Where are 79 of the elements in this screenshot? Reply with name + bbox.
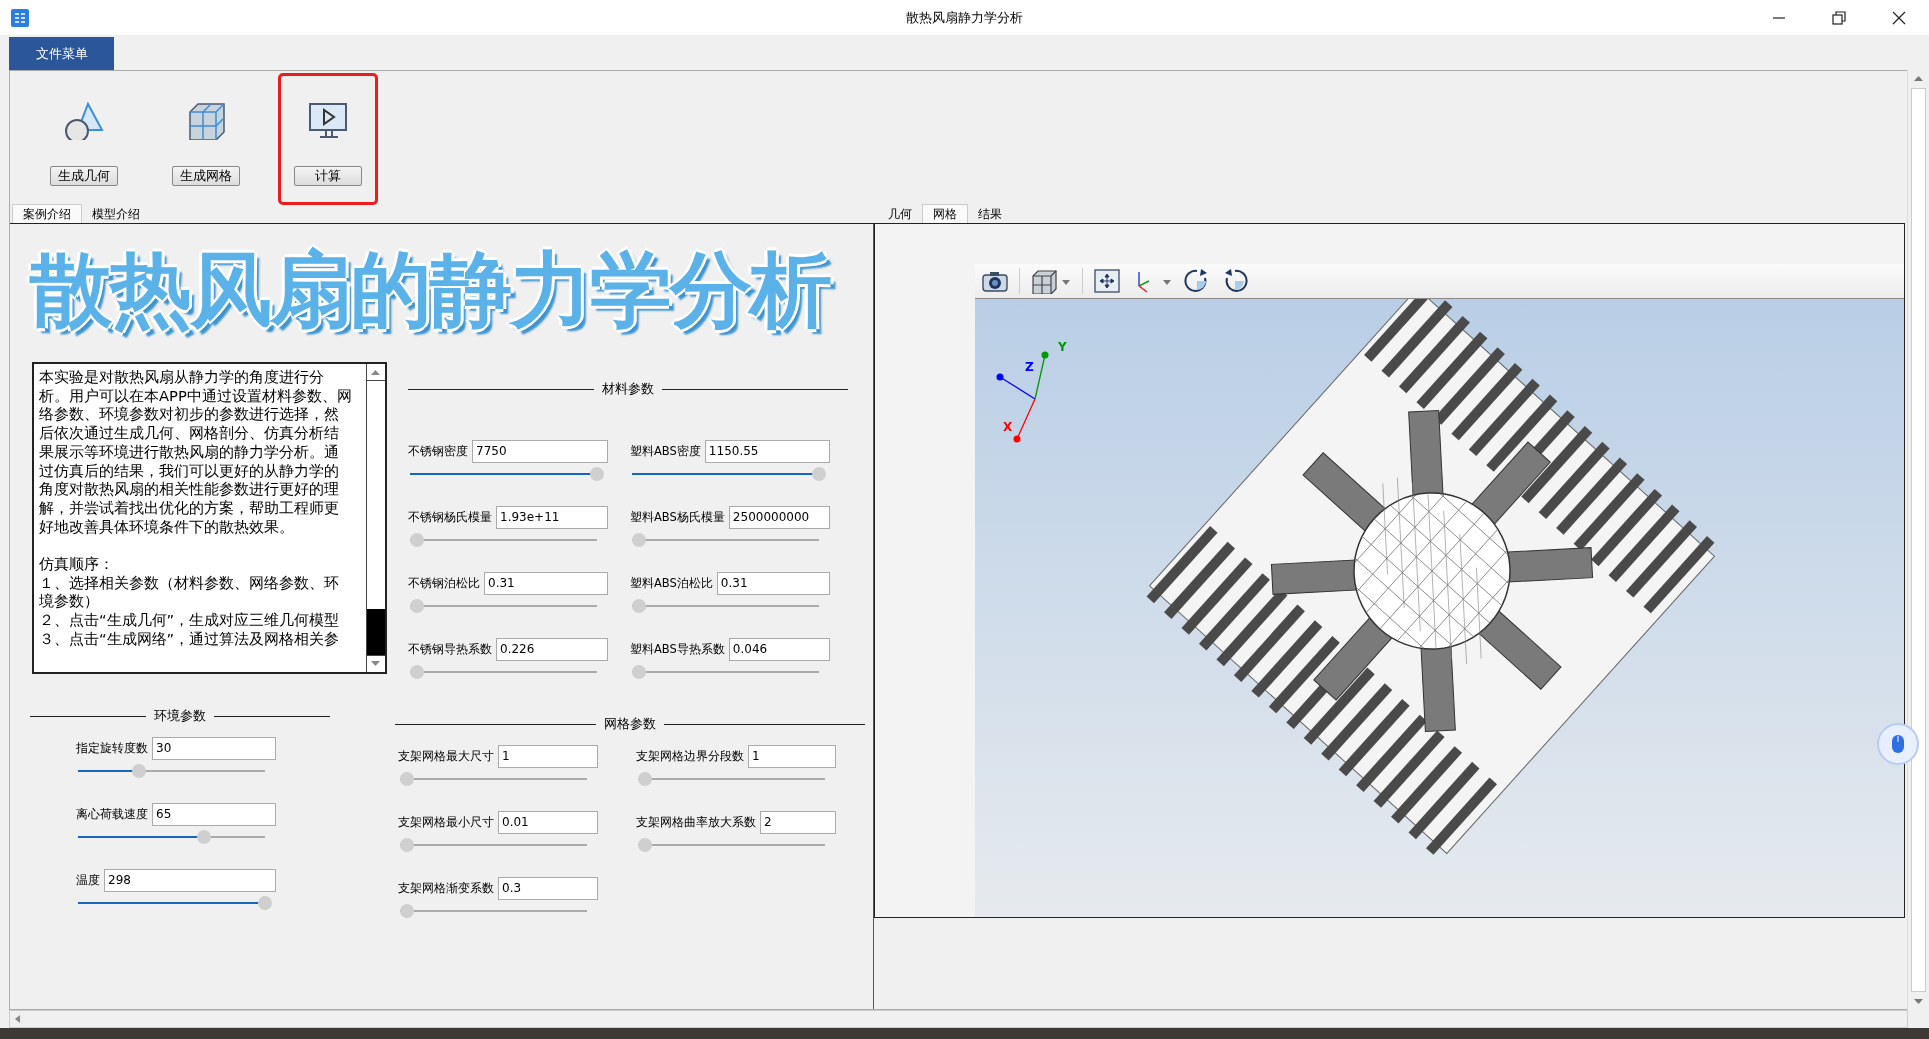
tool-button[interactable]: 生成网格 xyxy=(172,166,240,186)
input-field[interactable]: 1 xyxy=(748,745,836,768)
field-label: 支架网格曲率放大系数 xyxy=(636,815,756,830)
field-label: 支架网格边界分段数 xyxy=(636,749,744,764)
field-label: 支架网格最大尺寸 xyxy=(398,749,494,764)
input-field[interactable]: 0.31 xyxy=(484,572,608,595)
section-title: 材料参数 xyxy=(602,380,654,398)
shapes-icon xyxy=(62,100,106,140)
input-field[interactable]: 65 xyxy=(152,803,276,826)
slider-thumb[interactable] xyxy=(258,896,272,910)
tool-button[interactable]: 生成几何 xyxy=(50,166,118,186)
tab[interactable]: 模型介绍 xyxy=(82,205,150,223)
axis-label: Z xyxy=(1025,360,1034,374)
slider-thumb[interactable] xyxy=(400,904,414,918)
app-icon xyxy=(10,7,30,28)
tab[interactable]: 网格 xyxy=(922,204,968,223)
field-label: 塑料ABS杨氏模量 xyxy=(630,510,725,525)
slider[interactable] xyxy=(632,467,826,481)
monitor-play-icon xyxy=(306,100,350,140)
input-field[interactable]: 1 xyxy=(498,745,598,768)
restore-icon[interactable] xyxy=(1831,9,1847,26)
field-label: 支架网格渐变系数 xyxy=(398,881,494,896)
banner-title: 散热风扇的静力学分析 xyxy=(30,241,832,339)
slider-thumb[interactable] xyxy=(590,467,604,481)
field-label: 温度 xyxy=(76,873,100,888)
slider-thumb[interactable] xyxy=(632,533,646,547)
input-field[interactable]: 7750 xyxy=(472,440,608,463)
input-field[interactable]: 298 xyxy=(104,869,276,892)
input-field[interactable]: 0.31 xyxy=(716,572,830,595)
field-label: 离心荷载速度 xyxy=(76,807,148,822)
axis-label: X xyxy=(1003,420,1013,434)
field-label: 不锈钢杨氏模量 xyxy=(408,510,492,525)
tab[interactable]: 几何 xyxy=(878,205,922,223)
slider-thumb[interactable] xyxy=(400,772,414,786)
mouse-icon xyxy=(1891,734,1905,754)
input-field[interactable]: 0.01 xyxy=(498,811,598,834)
description-text: 本实验是对散热风扇从静力学的角度进行分析。用户可以在本APP中通过设置材料参数、网络参数、环境参数对初步的参数进行选择，然后依次通过生成几何、网格剖分、仿真分析结果展示等环境进行散热风扇的静力学分析。通过仿真后的结果，我们可以更好的从静力学的角度对散热风扇的相关性能参数进行更好的理解，并尝试着找出优化的方案，帮助工程师更好地改善具体环境条件下的散热效果。 仿真顺序： １、选择相关参数（材料参数、网络参数、环境参数） ２、点击“生成几何”，生成对应三维几何模型 ３、点击“生成网络”，通过算法及网格相关参 xyxy=(38,367,353,649)
field-label: 塑料ABS泊松比 xyxy=(630,576,713,591)
field-label: 不锈钢密度 xyxy=(408,444,468,459)
field-label: 指定旋转度数 xyxy=(76,741,148,756)
field-label: 塑料ABS密度 xyxy=(630,444,701,459)
scrollbar[interactable] xyxy=(366,364,385,672)
input-field[interactable]: 1150.55 xyxy=(704,440,830,463)
slider[interactable] xyxy=(78,896,272,910)
input-field[interactable]: 1.93e+11 xyxy=(496,506,608,529)
field-label: 不锈钢泊松比 xyxy=(408,576,480,591)
slider[interactable] xyxy=(410,467,604,481)
scroll-thumb[interactable] xyxy=(367,609,385,655)
input-field[interactable]: 2500000000 xyxy=(728,506,830,529)
input-field[interactable]: 30 xyxy=(152,737,276,760)
slider-thumb[interactable] xyxy=(400,838,414,852)
tool-button[interactable]: 计算 xyxy=(294,166,362,186)
section-title: 环境参数 xyxy=(154,707,206,725)
field-label: 不锈钢导热系数 xyxy=(408,642,492,657)
tab[interactable]: 案例介绍 xyxy=(12,204,82,223)
slider-thumb[interactable] xyxy=(638,772,652,786)
slider-thumb[interactable] xyxy=(812,467,826,481)
slider-thumb[interactable] xyxy=(410,599,424,613)
slider-thumb[interactable] xyxy=(196,830,211,844)
close-icon[interactable] xyxy=(1891,9,1907,26)
section-title: 网格参数 xyxy=(604,715,656,733)
slider-thumb[interactable] xyxy=(132,764,146,778)
slider-thumb[interactable] xyxy=(632,665,646,679)
input-field[interactable]: 0.3 xyxy=(498,877,598,900)
slider-thumb[interactable] xyxy=(410,665,424,679)
fit-view-icon[interactable] xyxy=(1093,268,1121,294)
input-field[interactable]: 0.046 xyxy=(728,638,830,661)
input-field[interactable]: 0.226 xyxy=(496,638,608,661)
window-title: 散热风扇静力学分析 xyxy=(906,10,1023,25)
slider-thumb[interactable] xyxy=(638,838,652,852)
slider-thumb[interactable] xyxy=(632,599,646,613)
field-label: 支架网格最小尺寸 xyxy=(398,815,494,830)
axis-label: Y xyxy=(1058,340,1067,354)
tab[interactable]: 结果 xyxy=(968,205,1012,223)
input-field[interactable]: 2 xyxy=(760,811,836,834)
slider-thumb[interactable] xyxy=(410,533,424,547)
menu-tab[interactable]: 文件菜单 xyxy=(9,37,114,70)
cube-dropdown-icon[interactable] xyxy=(1030,268,1072,294)
field-label: 塑料ABS导热系数 xyxy=(630,642,725,657)
